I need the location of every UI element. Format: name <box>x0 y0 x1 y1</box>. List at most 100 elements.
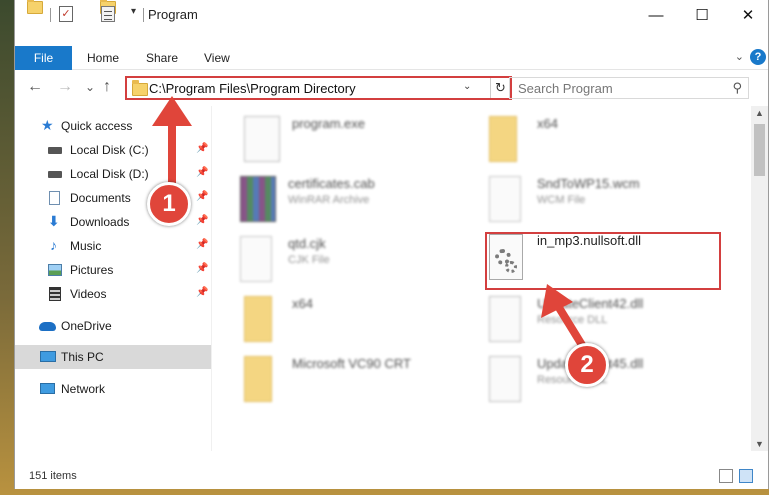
pin-icon[interactable]: 📌 <box>196 215 208 226</box>
close-button[interactable]: ✕ <box>725 0 769 31</box>
documents-icon <box>49 191 60 205</box>
maximize-button[interactable]: ☐ <box>679 0 725 31</box>
sidebar-item-local-disk-d[interactable]: Local Disk (D:) 📌 <box>15 162 211 186</box>
sidebar-item-label: Downloads <box>70 215 130 229</box>
tab-home[interactable]: Home <box>87 46 119 70</box>
list-item[interactable]: SndToWP15.wcm WCM File <box>489 170 719 228</box>
sidebar-item-label: This PC <box>61 350 104 364</box>
file-name: program.exe <box>292 116 365 131</box>
folder-icon <box>27 0 43 14</box>
divider <box>143 8 144 22</box>
recent-locations-button[interactable]: ⌄ <box>85 80 95 94</box>
vertical-scrollbar[interactable]: ▲ ▼ <box>751 106 768 451</box>
scroll-up-icon[interactable]: ▲ <box>755 108 764 118</box>
file-name: x64 <box>292 296 313 311</box>
file-type: Resource DLL <box>537 314 608 326</box>
refresh-button[interactable]: ↻ <box>490 78 510 98</box>
item-count: 151 items <box>29 470 77 482</box>
network-icon <box>40 383 55 394</box>
help-icon[interactable]: ? <box>750 49 766 65</box>
properties-icon[interactable] <box>101 6 115 22</box>
pin-icon[interactable]: 📌 <box>196 287 208 298</box>
sidebar-item-network[interactable]: Network <box>15 377 211 401</box>
file-name: certificates.cab <box>288 176 375 191</box>
sidebar-item-label: Documents <box>70 191 131 205</box>
forward-button[interactable]: → <box>57 78 73 96</box>
list-item[interactable]: certificates.cab WinRAR Archive <box>240 170 470 228</box>
tab-view[interactable]: View <box>204 46 230 70</box>
file-type: CJK File <box>288 254 330 266</box>
file-name: qtd.cjk <box>288 236 326 251</box>
expand-ribbon-icon[interactable]: ⌄ <box>735 50 744 63</box>
pin-icon[interactable]: 📌 <box>196 167 208 178</box>
file-type: WinRAR Archive <box>288 194 370 206</box>
explorer-window: ✓ ▾ Program — ☐ ✕ File Home Share View ⌄… <box>14 0 769 489</box>
step-2-callout: 2 <box>565 343 609 387</box>
file-type: WCM File <box>537 194 586 206</box>
up-button[interactable]: ↑ <box>103 78 111 96</box>
sidebar-item-label: Quick access <box>61 119 133 133</box>
search-icon[interactable]: ⚲ <box>732 80 742 96</box>
customize-toolbar-icon[interactable]: ▾ <box>131 6 136 17</box>
address-bar[interactable]: C:\Program Files\Program Directory ⌄ ↻ <box>125 76 512 100</box>
chevron-down-icon[interactable]: ⌄ <box>463 81 471 92</box>
pin-icon[interactable]: 📌 <box>196 143 208 154</box>
large-icons-view-icon[interactable] <box>739 469 753 483</box>
sidebar-item-pictures[interactable]: Pictures 📌 <box>15 258 211 282</box>
pin-icon[interactable]: 📌 <box>196 239 208 250</box>
sidebar-item-music[interactable]: ♪ Music 📌 <box>15 234 211 258</box>
sidebar-item-label: Videos <box>70 287 107 301</box>
list-item[interactable]: qtd.cjk CJK File <box>240 230 470 288</box>
file-list: program.exe x64 certificates.cab WinRAR … <box>211 106 746 451</box>
sidebar-item-label: Local Disk (C:) <box>70 143 149 157</box>
pin-icon[interactable]: 📌 <box>196 263 208 274</box>
sidebar-item-label: Music <box>70 239 102 253</box>
scroll-thumb[interactable] <box>754 124 765 176</box>
dll-icon <box>489 296 521 342</box>
sidebar-item-label: Local Disk (D:) <box>70 167 149 181</box>
file-name: Microsoft VC90 CRT <box>292 356 411 371</box>
search-input[interactable]: Search Program ⚲ <box>509 77 749 99</box>
list-item[interactable]: UpdateClient42.dll Resource DLL <box>489 290 719 348</box>
exe-icon <box>244 116 280 162</box>
sidebar-item-this-pc[interactable]: This PC <box>15 345 211 369</box>
scroll-down-icon[interactable]: ▼ <box>755 439 764 449</box>
title-bar: ✓ ▾ Program — ☐ ✕ <box>15 0 768 31</box>
sidebar-item-label: Pictures <box>70 263 114 277</box>
minimize-button[interactable]: — <box>633 0 679 31</box>
sidebar-item-local-disk-c[interactable]: Local Disk (C:) 📌 <box>15 138 211 162</box>
details-view-icon[interactable] <box>719 469 733 483</box>
dll-icon <box>489 356 521 402</box>
pin-icon[interactable]: 📌 <box>196 191 208 202</box>
list-item[interactable]: Microsoft VC90 CRT <box>244 350 474 408</box>
divider <box>50 8 51 22</box>
folder-icon <box>132 80 148 96</box>
sidebar-item-label: Network <box>61 382 106 396</box>
navigation-bar: ← → ⌄ ↑ C:\Program Files\Program Directo… <box>15 72 768 104</box>
drive-icon <box>48 147 62 154</box>
file-icon <box>489 176 521 222</box>
star-icon: ★ <box>41 117 54 133</box>
properties-check-icon[interactable]: ✓ <box>59 6 73 22</box>
address-path[interactable]: C:\Program Files\Program Directory <box>149 81 356 96</box>
file-name: SndToWP15.wcm <box>537 176 640 191</box>
computer-icon <box>40 351 56 362</box>
sidebar-item-onedrive[interactable]: OneDrive <box>15 314 211 338</box>
folder-icon <box>489 116 517 162</box>
sidebar-item-videos[interactable]: Videos 📌 <box>15 282 211 306</box>
list-item[interactable]: x64 <box>244 290 474 348</box>
file-name: x64 <box>537 116 558 131</box>
tab-file[interactable]: File <box>15 46 72 70</box>
back-button[interactable]: ← <box>27 78 43 96</box>
folder-icon <box>244 296 272 342</box>
sidebar-item-quick-access[interactable]: ★ Quick access <box>15 114 211 138</box>
search-placeholder: Search Program <box>518 81 613 96</box>
videos-icon <box>49 287 61 301</box>
list-item[interactable]: x64 <box>489 110 719 168</box>
dll-highlight-box <box>485 232 721 290</box>
tab-share[interactable]: Share <box>146 46 178 70</box>
file-icon <box>240 236 272 282</box>
status-bar: 151 items <box>15 464 768 489</box>
list-item[interactable]: program.exe <box>244 110 474 168</box>
winrar-icon <box>240 176 276 222</box>
